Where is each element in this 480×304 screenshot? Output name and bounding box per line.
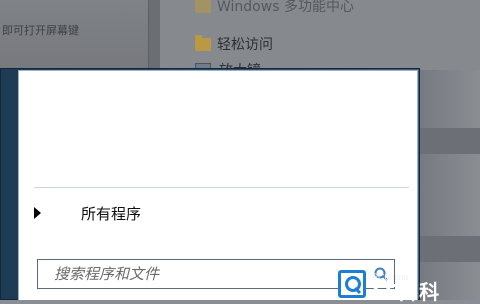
background-hint-text: 即可打开屏幕键: [2, 24, 79, 37]
background-stripe: [418, 236, 480, 262]
expand-arrow-icon: [34, 207, 41, 219]
folder-icon: [195, 34, 211, 51]
all-programs-item[interactable]: 所有程序: [19, 199, 399, 227]
all-programs-label: 所有程序: [81, 205, 142, 223]
background-window: 即可打开屏幕键: [0, 0, 148, 70]
watermark-logo: PConline IT百科: [336, 260, 480, 304]
background-stripe: [418, 128, 480, 154]
folder-row-ease-of-access[interactable]: 轻松访问: [195, 34, 273, 54]
folder-row-partial[interactable]: Windows 多功能中心: [195, 0, 354, 16]
menu-separator: [34, 187, 409, 188]
folder-label: 轻松访问: [217, 37, 273, 53]
watermark-title: IT百科: [372, 280, 442, 304]
search-input[interactable]: [52, 264, 356, 284]
magnifier-logo-icon: [338, 270, 366, 298]
folder-icon: [195, 0, 211, 13]
folder-label: Windows 多功能中心: [217, 0, 354, 15]
